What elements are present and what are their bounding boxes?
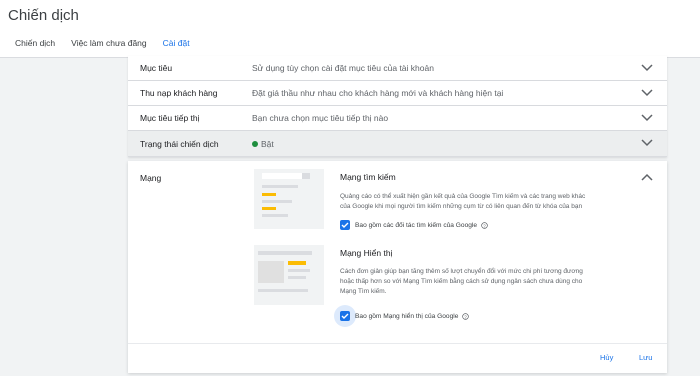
display-network-option[interactable]: Bao gồm Mạng hiển thị của Google ? xyxy=(340,311,470,321)
setting-value: Đặt giá thầu như nhau cho khách hàng mới… xyxy=(252,88,504,98)
help-icon[interactable]: ? xyxy=(481,221,488,229)
settings-list: Mục tiêu Sử dụng tùy chọn cài đặt mục ti… xyxy=(128,56,667,157)
description-line: hoặc thấp hơn so với Mạng Tìm kiếm bằng … xyxy=(340,278,583,285)
panel-divider xyxy=(128,343,667,344)
status-value: Bật xyxy=(252,139,274,149)
help-icon[interactable]: ? xyxy=(462,312,470,320)
status-text: Bật xyxy=(261,138,274,149)
setting-row-customer-acquisition[interactable]: Thu nạp khách hàng Đặt giá thầu như nhau… xyxy=(128,81,667,106)
description-line: Quảng cáo có thể xuất hiện gần kết quả c… xyxy=(340,193,586,200)
description-line: Cách đơn giản giúp bạn tăng thêm số lượt… xyxy=(340,268,583,275)
top-bar: Chiến dịch Chiến dịch Việc làm chưa đăng… xyxy=(0,0,700,58)
cancel-button[interactable]: Hủy xyxy=(600,353,613,362)
display-network-label: Bao gồm Mạng hiển thị của Google xyxy=(355,312,459,320)
check-icon xyxy=(341,313,349,319)
status-dot-icon xyxy=(252,140,258,147)
tab-campaigns[interactable]: Chiến dịch xyxy=(0,36,63,58)
setting-label: Mục tiêu tiếp thị xyxy=(140,113,200,123)
search-network-description: Quảng cáo có thể xuất hiện gần kết quả c… xyxy=(340,192,660,212)
description-line: của Google khi mọi người tìm kiếm những … xyxy=(340,203,583,210)
search-partners-option[interactable]: Bao gồm các đối tác tìm kiếm của Google … xyxy=(340,220,488,230)
chevron-down-icon[interactable] xyxy=(641,63,653,73)
setting-value: Sử dụng tùy chọn cài đặt mục tiêu của tà… xyxy=(252,63,434,73)
setting-value: Bạn chưa chọn mục tiêu tiếp thị nào xyxy=(252,113,389,123)
display-network-checkbox[interactable] xyxy=(340,311,350,321)
setting-label: Trạng thái chiến dịch xyxy=(140,138,219,149)
chevron-down-icon[interactable] xyxy=(641,88,653,98)
search-partners-checkbox[interactable] xyxy=(340,220,350,230)
tab-bar: Chiến dịch Việc làm chưa đăng Cài đặt xyxy=(0,36,198,58)
tab-settings[interactable]: Cài đặt xyxy=(155,36,198,58)
setting-label: Thu nạp khách hàng xyxy=(140,88,218,98)
search-partners-label: Bao gồm các đối tác tìm kiếm của Google xyxy=(355,221,478,229)
chevron-up-icon[interactable] xyxy=(641,172,653,182)
search-network-illustration xyxy=(254,169,324,229)
check-icon xyxy=(341,222,349,228)
search-network-title: Mạng tìm kiếm xyxy=(340,172,396,182)
network-panel: Mạng Mạng tìm kiếm Quảng cáo có thể xuất… xyxy=(128,161,667,373)
tab-unpublished-jobs[interactable]: Việc làm chưa đăng xyxy=(63,36,154,58)
setting-row-campaign-status[interactable]: Trạng thái chiến dịch Bật xyxy=(128,131,667,157)
save-button[interactable]: Lưu xyxy=(639,353,652,362)
page-title: Chiến dịch xyxy=(8,7,79,24)
svg-text:?: ? xyxy=(483,223,486,228)
chevron-down-icon[interactable] xyxy=(641,113,653,123)
chevron-down-icon[interactable] xyxy=(641,138,653,148)
description-line: Mạng Tìm kiếm. xyxy=(340,288,387,295)
display-network-title: Mạng Hiển thị xyxy=(340,248,393,258)
network-label: Mạng xyxy=(140,173,162,183)
svg-text:?: ? xyxy=(465,314,468,319)
setting-label: Mục tiêu xyxy=(140,63,173,73)
setting-row-marketing-objective[interactable]: Mục tiêu tiếp thị Bạn chưa chọn mục tiêu… xyxy=(128,106,667,131)
display-network-description: Cách đơn giản giúp bạn tăng thêm số lượt… xyxy=(340,267,660,297)
display-network-illustration xyxy=(254,245,324,305)
setting-row-goals[interactable]: Mục tiêu Sử dụng tùy chọn cài đặt mục ti… xyxy=(128,56,667,81)
